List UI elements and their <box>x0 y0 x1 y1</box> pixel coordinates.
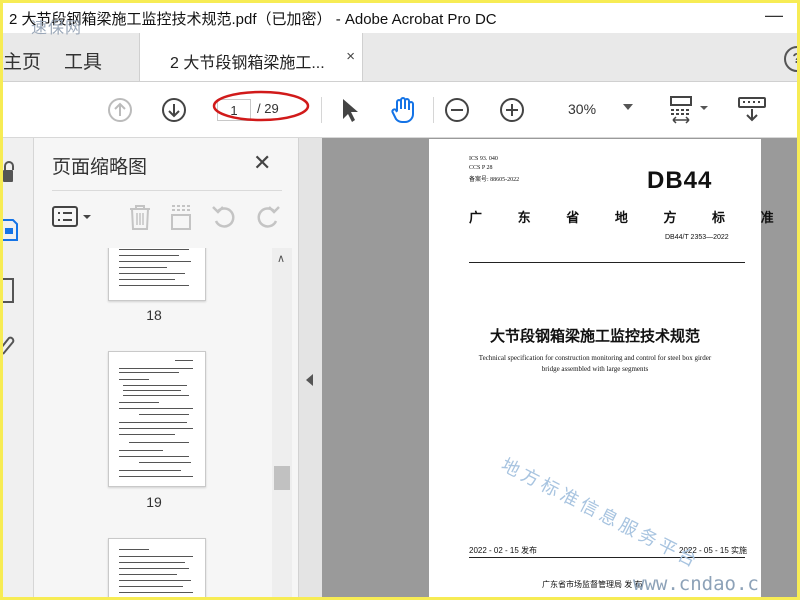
top-watermark: 速保网 <box>31 20 83 37</box>
ics-code: ICS 93. 040 <box>469 156 498 162</box>
tab-document[interactable]: 2 大节段钢箱梁施工... × <box>139 33 363 81</box>
tab-close-icon[interactable]: × <box>346 48 355 65</box>
bookmark-icon[interactable] <box>3 276 17 306</box>
lock-icon[interactable] <box>3 160 17 186</box>
toolbar-separator <box>321 97 322 123</box>
thumbnail-number: 19 <box>146 494 162 510</box>
issuing-authority: 广东省市场监督管理局 发 布 <box>542 580 643 589</box>
zoom-out-icon[interactable] <box>444 97 470 123</box>
tab-document-label: 2 大节段钢箱梁施工... <box>170 55 325 72</box>
page-thumbnail-18[interactable] <box>108 248 206 301</box>
site-watermark: www.cndao.c <box>633 573 759 595</box>
rotate-counterclockwise-icon[interactable] <box>210 203 240 231</box>
page-thumbnails-panel: 页面缩略图 ✕ 18 19 ∧ <box>34 138 298 597</box>
chevron-down-icon <box>623 104 633 110</box>
attachment-icon[interactable] <box>3 334 19 360</box>
insert-page-icon[interactable] <box>168 203 196 231</box>
page-thumbnail-20[interactable] <box>108 538 206 597</box>
issue-date: 2022 - 02 - 15 发布 <box>469 546 538 555</box>
region-heading: 广 东 省 地 方 标 准 <box>469 210 790 225</box>
minimize-button[interactable]: — <box>765 5 783 26</box>
window-title: 2 大节段钢箱梁施工监控技术规范.pdf（已加密） - Adobe Acroba… <box>9 11 497 28</box>
collapse-panel-icon[interactable] <box>306 374 313 386</box>
tab-tools[interactable]: 工具 <box>64 47 102 74</box>
zoom-value: 30% <box>568 101 597 117</box>
panel-close-icon[interactable]: ✕ <box>253 150 271 176</box>
acrobat-window: 2 大节段钢箱梁施工监控技术规范.pdf（已加密） - Adobe Acroba… <box>3 3 797 597</box>
hand-tool-icon[interactable] <box>389 95 419 125</box>
delete-icon[interactable] <box>126 203 154 231</box>
rotate-clockwise-icon[interactable] <box>252 203 282 231</box>
scroll-up-icon[interactable]: ∧ <box>277 252 285 265</box>
panel-divider <box>52 190 282 191</box>
read-mode-icon[interactable] <box>737 94 767 124</box>
help-icon[interactable]: ? <box>784 46 797 72</box>
toolbar-separator <box>433 97 434 123</box>
thumbnail-number: 18 <box>146 307 162 323</box>
header-rule <box>469 262 745 263</box>
title-cn: 大节段钢箱梁施工监控技术规范 <box>489 328 700 345</box>
panel-title: 页面缩略图 <box>52 157 148 178</box>
ccs-code: CCS P 28 <box>469 165 493 171</box>
pdf-page: ICS 93. 040 CCS P 28 备案号: 88605-2022 DB4… <box>429 139 774 597</box>
page-thumbnails-icon[interactable] <box>3 216 19 244</box>
tab-home[interactable]: 主页 <box>3 47 41 74</box>
next-page-icon[interactable] <box>161 97 187 123</box>
page-thumbnail-19[interactable] <box>108 351 206 487</box>
title-en-line2: bridge assembled with large segments <box>541 365 649 373</box>
zoom-in-icon[interactable] <box>499 97 525 123</box>
previous-page-icon[interactable] <box>107 97 133 123</box>
thumbnail-scrollbar[interactable]: ∧ <box>272 248 292 597</box>
standard-code: DB44/T 2353—2022 <box>665 234 729 241</box>
title-bar: 2 大节段钢箱梁施工监控技术规范.pdf（已加密） - Adobe Acroba… <box>3 3 797 33</box>
page-display-icon[interactable] <box>667 94 713 126</box>
panel-splitter[interactable] <box>298 138 323 597</box>
footer-rule <box>469 557 745 558</box>
tab-bar: 主页 工具 2 大节段钢箱梁施工... × ? <box>3 33 797 82</box>
scroll-thumb[interactable] <box>274 466 290 490</box>
annotation-ellipse <box>212 90 310 122</box>
zoom-select[interactable]: 30% <box>553 97 635 121</box>
standard-logo: DB44 <box>647 167 713 194</box>
toolbar: 1 / 29 30% <box>3 82 797 138</box>
left-tool-strip <box>3 138 34 597</box>
select-arrow-icon[interactable] <box>339 97 361 123</box>
title-en-line1: Technical specification for construction… <box>478 354 712 362</box>
thumbnail-options-icon[interactable] <box>52 205 94 229</box>
filing-number: 备案号: 88605-2022 <box>469 177 520 183</box>
thumbnail-list: 18 19 <box>34 248 274 597</box>
